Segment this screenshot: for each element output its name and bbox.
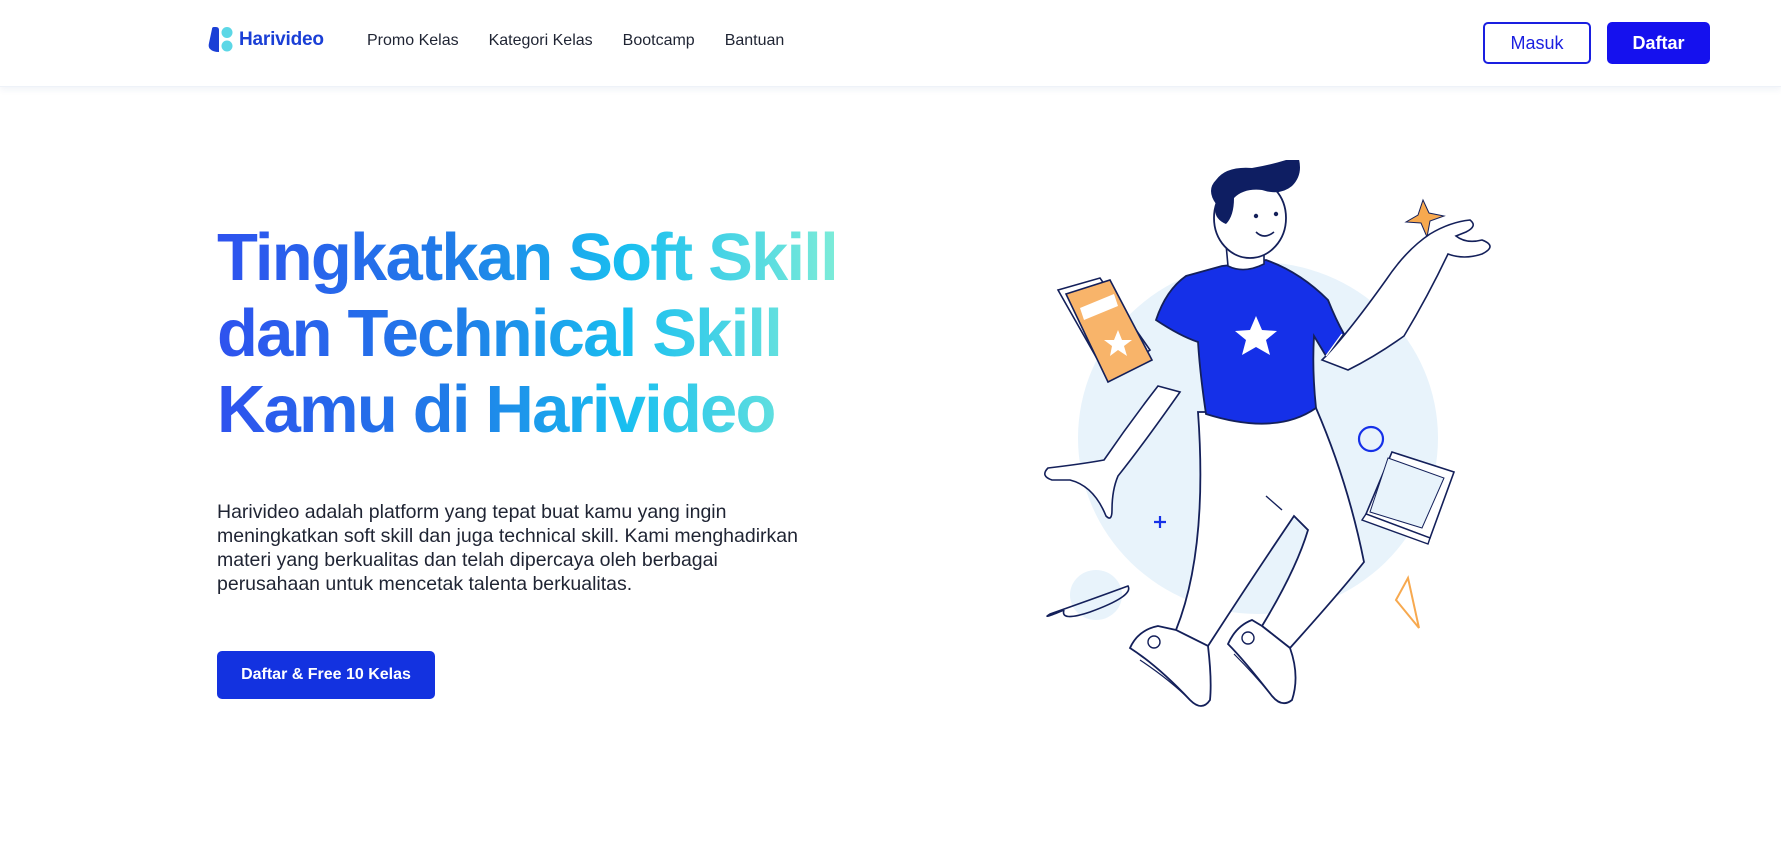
nav-link-kategori-kelas[interactable]: Kategori Kelas	[489, 32, 593, 50]
hero-title: Tingkatkan Soft Skill dan Technical Skil…	[217, 220, 857, 448]
orange-triangle-shape	[1394, 575, 1420, 629]
nav-link-bootcamp[interactable]: Bootcamp	[623, 32, 695, 50]
harivideo-logo-icon	[208, 27, 233, 52]
nav-link-promo-kelas[interactable]: Promo Kelas	[367, 32, 459, 50]
main-nav: Promo Kelas Kategori Kelas Bootcamp Bant…	[367, 32, 784, 50]
small-planet-shape	[1070, 570, 1122, 620]
top-navbar: Harivideo Promo Kelas Kategori Kelas Boo…	[0, 0, 1781, 87]
nav-link-bantuan[interactable]: Bantuan	[725, 32, 785, 50]
brand-name: Harivideo	[239, 29, 324, 50]
person-floating-with-books-illustration	[1044, 160, 1491, 707]
brand-logo[interactable]: Harivideo	[208, 27, 324, 53]
register-free-classes-button[interactable]: Daftar & Free 10 Kelas	[217, 651, 435, 699]
person-eye-right	[1273, 211, 1279, 217]
login-button[interactable]: Masuk	[1483, 22, 1591, 64]
hero-description: Harivideo adalah platform yang tepat bua…	[217, 501, 798, 595]
register-button[interactable]: Daftar	[1607, 22, 1710, 64]
person-eye-left	[1253, 213, 1259, 219]
